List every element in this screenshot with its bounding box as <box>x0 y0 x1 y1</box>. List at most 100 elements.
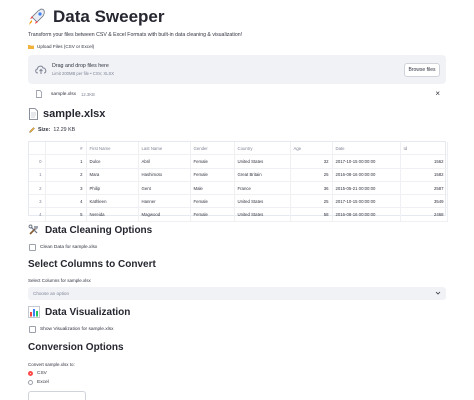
table-cell[interactable]: France <box>234 181 291 196</box>
row-index: 1 <box>29 168 46 182</box>
table-cell[interactable]: 2016-08-16 00:00:00 <box>332 207 401 222</box>
table-cell[interactable]: Philip <box>86 181 139 196</box>
show-visualization-label: Show Visualization for sample.xlsx <box>40 327 114 332</box>
table-cell[interactable]: 2587 <box>400 181 448 196</box>
row-index: 0 <box>29 154 46 169</box>
radio-button-selected[interactable] <box>28 371 33 376</box>
column-header[interactable]: Country <box>234 142 291 156</box>
rocket-icon <box>29 8 45 25</box>
table-cell[interactable]: 3549 <box>400 194 448 209</box>
row-index: 3 <box>29 194 46 209</box>
table-cell[interactable]: 36 <box>290 181 333 196</box>
column-header[interactable]: Gender <box>190 142 235 156</box>
pencil-icon <box>29 127 35 133</box>
uploaded-file-row: sample.xlsx 12.3KB × <box>36 89 446 99</box>
clean-data-checkbox[interactable]: Clean Data for sample.xlsx <box>29 244 97 251</box>
data-preview-table[interactable]: # First Name Last Name Gender Country Ag… <box>28 141 448 222</box>
table-cell[interactable]: 2016-08-16 00:00:00 <box>332 168 401 182</box>
column-header[interactable]: # <box>45 142 87 156</box>
table-cell[interactable]: United States <box>234 154 291 169</box>
show-visualization-checkbox[interactable]: Show Visualization for sample.xlsx <box>29 326 114 333</box>
document-icon <box>29 108 38 120</box>
conversion-title: Conversion Options <box>28 342 124 353</box>
table-cell[interactable]: 25 <box>290 168 333 182</box>
app-title: Data Sweeper <box>53 7 165 26</box>
app-subtitle: Transform your files between CSV & Excel… <box>28 32 243 38</box>
tools-icon <box>28 224 38 235</box>
table-cell[interactable]: 32 <box>290 154 333 169</box>
table-cell[interactable]: Female <box>190 194 235 209</box>
remove-file-icon[interactable]: × <box>435 89 440 99</box>
column-header[interactable]: Last Name <box>138 142 191 156</box>
dropzone-text: Drag and drop files here <box>52 63 109 69</box>
file-dropzone[interactable]: Drag and drop files here Limit 200MB per… <box>28 55 446 84</box>
table-cell[interactable]: Magwood <box>138 207 191 222</box>
radio-excel-label: Excel <box>37 380 49 385</box>
table-cell[interactable]: 1 <box>45 154 87 169</box>
table-header-row: # First Name Last Name Gender Country Ag… <box>29 142 448 156</box>
table-cell[interactable]: 5 <box>45 207 87 222</box>
column-header[interactable] <box>29 142 46 156</box>
table-row: 3 4 Kathleen Hanner Female United States… <box>29 194 448 209</box>
visualization-title: Data Visualization <box>45 306 131 318</box>
table-cell[interactable]: United States <box>234 207 291 222</box>
column-header[interactable]: First Name <box>86 142 139 156</box>
checkbox-box[interactable] <box>29 244 36 251</box>
table-cell[interactable]: Male <box>190 181 235 196</box>
table-cell[interactable]: 25 <box>290 194 333 209</box>
table-cell[interactable]: 2468 <box>400 207 448 222</box>
cleaning-heading: Data Cleaning Options <box>28 224 152 236</box>
select-columns-label: Select Columns for sample.xlsx <box>28 278 91 283</box>
table-cell[interactable]: Nereida <box>86 207 139 222</box>
column-header[interactable]: Date <box>332 142 401 156</box>
cloud-upload-icon <box>35 65 47 74</box>
row-index: 4 <box>29 207 46 222</box>
uploaded-file-size: 12.3KB <box>81 91 95 97</box>
browse-files-button[interactable]: Browse files <box>404 63 440 77</box>
table-cell[interactable]: Gent <box>138 181 191 196</box>
table-cell[interactable]: 2015-05-21 00:00:00 <box>332 181 401 196</box>
table-cell[interactable]: Kathleen <box>86 194 139 209</box>
radio-csv[interactable]: CSV <box>28 371 47 376</box>
table-cell[interactable]: Great Britain <box>234 168 291 182</box>
visualization-heading: Data Visualization <box>28 306 130 318</box>
table-row: 0 1 Dulce Abril Female United States 32 … <box>29 154 448 169</box>
table-cell[interactable]: Dulce <box>86 154 139 169</box>
checkbox-box[interactable] <box>29 326 36 333</box>
table-cell[interactable]: 58 <box>290 207 333 222</box>
table-cell[interactable]: Abril <box>138 154 191 169</box>
app-header: Data Sweeper <box>27 5 165 29</box>
file-size-value: 12.29 KB <box>53 127 76 133</box>
table-cell[interactable]: 2 <box>45 168 87 182</box>
column-header[interactable]: Age <box>290 142 333 156</box>
file-icon <box>36 90 42 98</box>
cleaning-title: Data Cleaning Options <box>45 224 153 236</box>
table-cell[interactable]: Female <box>190 168 235 182</box>
table-cell[interactable]: 1582 <box>400 168 448 182</box>
table-cell[interactable]: 3 <box>45 181 87 196</box>
upload-label-text: Upload Files (CSV or Excel) <box>37 44 95 49</box>
table-row: 4 5 Nereida Magwood Female United States… <box>29 207 448 222</box>
table-cell[interactable]: 2017-10-15 00:00:00 <box>332 194 401 209</box>
table-cell[interactable]: 2017-10-15 00:00:00 <box>332 154 401 169</box>
table-cell[interactable]: United States <box>234 194 291 209</box>
table-cell[interactable]: Female <box>190 154 235 169</box>
columns-multiselect[interactable]: Choose an option <box>28 287 446 300</box>
table-cell[interactable]: Female <box>190 207 235 222</box>
table-cell[interactable]: 1562 <box>400 154 448 169</box>
clean-data-label: Clean Data for sample.xlsx <box>40 245 98 250</box>
bar-chart-icon <box>28 306 40 318</box>
chevron-down-icon[interactable] <box>435 290 441 296</box>
column-header[interactable]: Id <box>400 142 448 156</box>
radio-button[interactable] <box>28 380 33 385</box>
radio-csv-label: CSV <box>37 371 47 376</box>
convert-button[interactable] <box>28 391 86 400</box>
table-cell[interactable]: Mara <box>86 168 139 182</box>
table-cell[interactable]: Hashimoto <box>138 168 191 182</box>
table-cell[interactable]: Hanner <box>138 194 191 209</box>
radio-excel[interactable]: Excel <box>28 380 49 385</box>
table-row: 2 3 Philip Gent Male France 36 2015-05-2… <box>29 181 448 196</box>
upload-label: Upload Files (CSV or Excel) <box>28 44 94 49</box>
table-cell[interactable]: 4 <box>45 194 87 209</box>
file-size-line: Size: 12.29 KB <box>29 127 75 133</box>
